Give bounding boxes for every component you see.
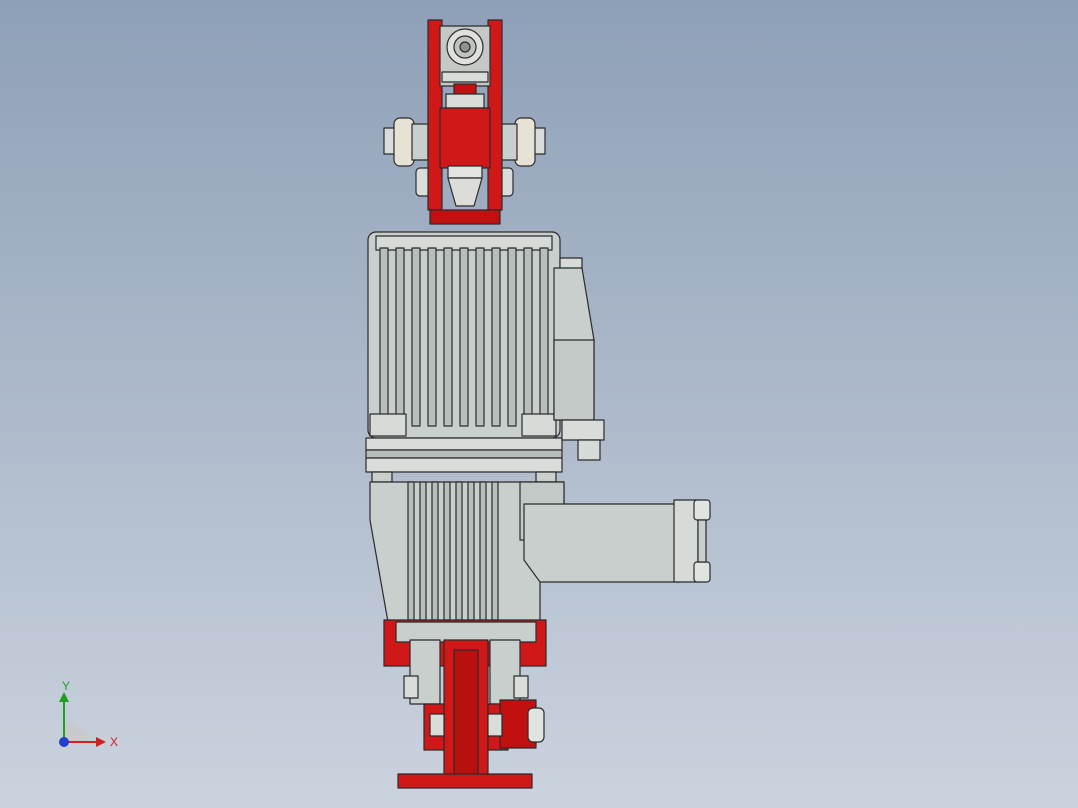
graphics-viewport[interactable]: Y X xyxy=(0,0,1078,808)
thruster-brake-model[interactable] xyxy=(0,0,1078,808)
y-axis-label: Y xyxy=(62,680,70,693)
side-flange[interactable] xyxy=(523,499,711,583)
terminal-box[interactable] xyxy=(553,257,605,461)
x-axis-label: X xyxy=(110,735,118,749)
x-axis-arrow-icon xyxy=(96,737,106,747)
z-axis-origin-icon xyxy=(59,737,69,747)
y-axis-arrow-icon xyxy=(59,692,69,702)
coordinate-triad: Y X xyxy=(59,680,118,749)
motor-housing[interactable] xyxy=(365,231,563,483)
top-clevis[interactable] xyxy=(383,19,546,225)
base-clevis[interactable] xyxy=(383,619,547,789)
